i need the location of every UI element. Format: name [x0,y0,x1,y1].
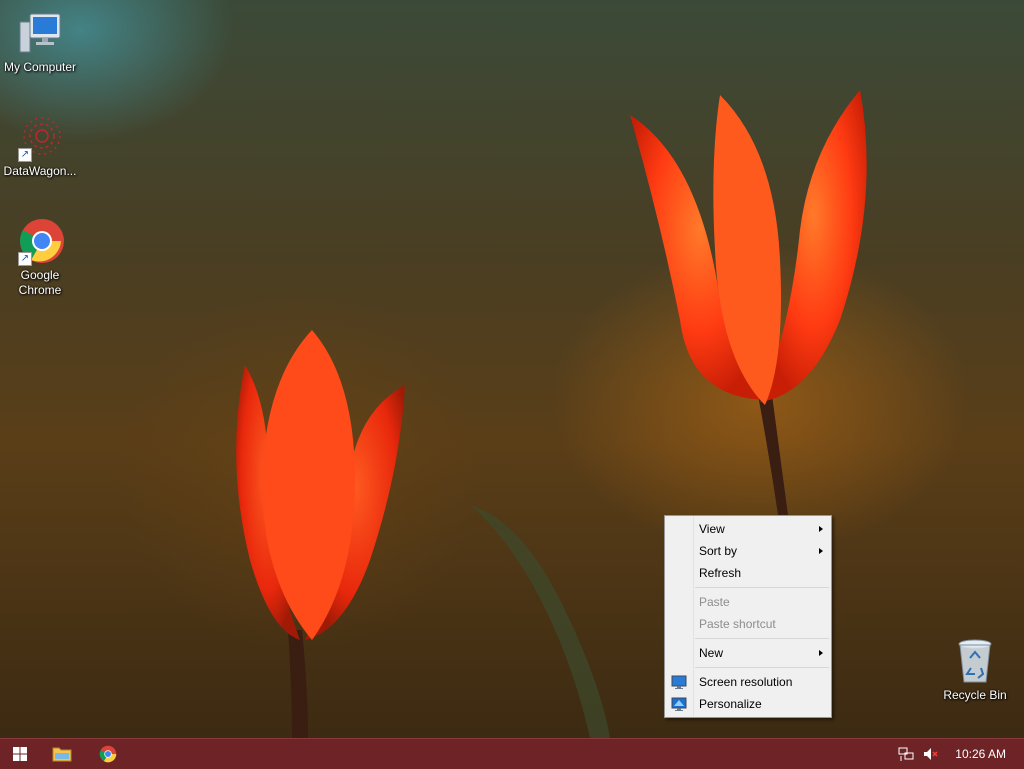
taskbar-google-chrome[interactable] [88,739,128,769]
chrome-icon [99,745,117,763]
menu-item-label: Paste shortcut [699,617,776,631]
desktop-icon-label: Google Chrome [18,268,62,297]
menu-item-label: Screen resolution [699,675,793,689]
desktop-icon-recycle-bin[interactable]: Recycle Bin [935,638,1015,703]
menu-item-personalize[interactable]: Personalize [665,693,831,715]
menu-item-screen-resolution[interactable]: Screen resolution [665,671,831,693]
menu-item-label: Sort by [699,544,738,558]
taskbar-file-explorer[interactable] [42,739,82,769]
desktop-icon-label: DataWagon... [3,164,77,178]
start-button[interactable] [0,739,40,769]
submenu-arrow-icon [819,526,823,532]
menu-item-view[interactable]: View [665,518,831,540]
computer-icon [16,10,64,58]
desktop-icon-my-computer[interactable]: My Computer [0,10,80,75]
display-settings-icon [671,674,687,690]
menu-separator [695,587,829,588]
desktop-context-menu: View Sort by Refresh Paste Paste shortcu… [664,515,832,718]
menu-item-label: Refresh [699,566,742,580]
personalize-icon [671,696,687,712]
menu-separator [695,667,829,668]
desktop-icon-label: My Computer [3,60,77,74]
windows-logo-icon [13,747,27,761]
submenu-arrow-icon [819,650,823,656]
menu-item-label: Paste [699,595,730,609]
shortcut-arrow-icon: ↗ [18,252,32,266]
submenu-arrow-icon [819,548,823,554]
taskbar-clock[interactable]: 10:26 AM [955,739,1006,769]
recycle-bin-icon [951,638,999,686]
menu-item-label: New [699,646,724,660]
menu-item-new[interactable]: New [665,642,831,664]
volume-muted-icon [924,748,938,760]
menu-item-refresh[interactable]: Refresh [665,562,831,584]
taskbar: 10:26 AM [0,738,1024,769]
menu-item-paste: Paste [665,591,831,613]
desktop[interactable]: My Computer ↗ DataWagon... ↗ Google Chro… [0,0,1024,738]
desktop-icon-google-chrome[interactable]: ↗ Google Chrome [0,218,80,298]
menu-item-label: Personalize [699,697,762,711]
desktop-icon-label: Recycle Bin [943,688,1007,702]
file-explorer-icon [52,747,72,762]
wallpaper-tulips [236,90,867,738]
menu-item-label: View [699,522,725,536]
menu-item-paste-shortcut: Paste shortcut [665,613,831,635]
shortcut-arrow-icon: ↗ [18,148,32,162]
menu-separator [695,638,829,639]
chrome-icon: ↗ [16,218,64,266]
tray-volume[interactable] [910,739,950,769]
menu-item-sort-by[interactable]: Sort by [665,540,831,562]
desktop-icon-datawagon[interactable]: ↗ DataWagon... [0,114,80,179]
datawagon-icon: ↗ [16,114,64,162]
